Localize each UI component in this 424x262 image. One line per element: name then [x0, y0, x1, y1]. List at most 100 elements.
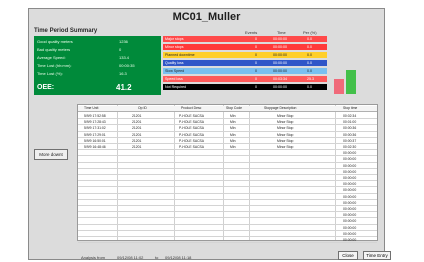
table-cell: 00:00:00	[343, 163, 357, 168]
table-cell: Minor Stop	[277, 126, 294, 131]
oee-value: 41.2	[116, 83, 132, 92]
table-cell: Minor Stop	[277, 145, 294, 149]
table-cell: Minor Stop	[277, 138, 294, 143]
event-time: 00:00:00	[273, 37, 287, 41]
table-cell: Min	[230, 145, 236, 149]
event-count: 0	[255, 37, 257, 41]
event-time: 00:00:00	[273, 69, 287, 73]
analysis-label: Analysis from	[81, 255, 106, 260]
event-time: 00:03:34	[273, 77, 287, 81]
event-count: 0	[255, 69, 257, 73]
table-cell: 00:00:00	[343, 207, 357, 211]
table-cell: P-HOLE SACSA	[179, 120, 205, 125]
metric-value: 133.4	[119, 55, 130, 60]
table-cell: 00:00:00	[343, 200, 357, 205]
hmi-window: MC01_Muller Time Period Summary Good qua…	[28, 8, 391, 260]
table-row[interactable]: 00:00:00	[78, 237, 377, 244]
stoppage-table-header: Time Unit Op ID Product Desc Stop Code S…	[78, 106, 377, 112]
table-cell: 00:00:00	[343, 219, 357, 224]
event-count: 0	[255, 53, 257, 57]
table-cell: Min	[230, 138, 236, 143]
event-row: Major stops 0 00:00:00 0.0	[163, 36, 327, 42]
analysis-to-label: to	[155, 255, 159, 260]
table-cell: 00:00:00	[343, 188, 357, 193]
table-cell: Min	[230, 120, 236, 125]
table-cell: 00:00:36	[343, 132, 357, 137]
metric-value: 16.3	[119, 71, 127, 76]
table-cell: 00:00:00	[343, 231, 357, 236]
stoppage-table: Time Unit Op ID Product Desc Stop Code S…	[77, 104, 378, 244]
table-cell: 00:00:37	[343, 138, 357, 143]
col-stop-time[interactable]: Stop time	[343, 106, 357, 110]
col-time-unit[interactable]: Time Unit	[84, 106, 98, 110]
col-op-id[interactable]: Op ID	[138, 106, 147, 110]
table-cell: 21201	[132, 114, 142, 118]
summary-metrics-panel: Good quality meters 1236 Bad quality met…	[34, 36, 161, 95]
table-cell: 00:00:00	[343, 213, 357, 218]
table-cell: 5/9/9 17:31:02	[84, 126, 106, 131]
event-percent: 0.0	[307, 61, 312, 65]
event-label: Minor stops	[165, 45, 184, 49]
table-cell: 5/9/9 16:48:46	[84, 145, 106, 149]
col-stop-code[interactable]: Stop Code	[226, 106, 242, 110]
event-count: 0	[255, 45, 257, 49]
table-cell: 00:00:00	[343, 225, 357, 230]
table-cell: Min	[230, 132, 236, 137]
event-percent: 0.0	[307, 53, 312, 57]
event-percent: 0.0	[307, 69, 312, 73]
event-count: 0	[255, 85, 257, 89]
table-cell: Minor Stop	[277, 132, 294, 137]
table-cell: 5/9/9 17:28:43	[84, 120, 106, 125]
table-cell: 00:00:00	[343, 194, 357, 199]
loss-bar-chart	[334, 36, 364, 94]
metric-label: Bad quality meters	[37, 47, 71, 52]
metric-label: Good quality meters	[37, 39, 73, 44]
table-cell: 21201	[132, 126, 142, 131]
table-cell: 5/9/9 16:50:01	[84, 138, 106, 143]
table-cell: 00:01:00	[343, 120, 357, 125]
metric-value: 00:00:35	[119, 63, 135, 68]
event-label: Not Required	[165, 85, 187, 89]
table-cell: 00:00:00	[343, 238, 357, 242]
events-header: Events	[245, 30, 258, 35]
table-cell: 00:02:30	[343, 145, 357, 149]
table-cell: 21201	[132, 132, 142, 137]
more-downtime-button[interactable]: More downt	[34, 149, 68, 160]
table-cell: 00:02:34	[343, 114, 357, 118]
table-cell: 21201	[132, 145, 142, 149]
table-cell: P-HOLE SACSA	[179, 132, 205, 137]
table-cell: 00:00:00	[343, 169, 357, 174]
metric-label: Time Lost (hh:mm):	[37, 63, 72, 68]
close-button[interactable]: Close	[338, 251, 358, 260]
event-label: Speed loss	[165, 77, 183, 81]
table-cell: Minor Stop	[277, 114, 294, 118]
percent-header: Per (%)	[303, 30, 317, 35]
event-label: Slow Speed	[165, 69, 185, 73]
event-label: Major stops	[165, 37, 184, 41]
event-percent: 0.0	[307, 37, 312, 41]
table-cell: 00:00:00	[343, 182, 357, 187]
oee-bar	[346, 70, 356, 94]
table-cell: 21201	[132, 120, 142, 125]
time-entry-button[interactable]: Time Entry	[363, 251, 391, 260]
table-cell: 00:00:00	[343, 157, 357, 162]
oee-label: OEE:	[37, 84, 55, 91]
event-count: 0	[255, 77, 257, 81]
event-count: 0	[255, 61, 257, 65]
analysis-to: 09/12/08 11:18	[165, 255, 192, 260]
events-table: Events Time Per (%) Major stops 0 00:00:00…	[163, 30, 327, 95]
event-row: Planned downtime 0 00:00:00 0.0	[163, 52, 327, 58]
table-cell: P-HOLE SACSA	[179, 138, 205, 143]
table-cell: Min	[230, 114, 236, 118]
event-time: 00:00:00	[273, 53, 287, 57]
event-time: 00:00:00	[273, 61, 287, 65]
summary-panel-title: Time Period Summary	[34, 28, 98, 34]
metric-label: Average Speed:	[37, 55, 66, 60]
event-percent: 0.0	[307, 45, 312, 49]
col-product-desc[interactable]: Product Desc	[181, 106, 201, 110]
event-time: 00:00:00	[273, 45, 287, 49]
table-cell: 00:00:00	[343, 151, 357, 156]
col-stoppage-description[interactable]: Stoppage Description	[264, 106, 296, 110]
table-cell: P-HOLE SACSA	[179, 114, 205, 118]
event-label: Planned downtime	[165, 53, 195, 57]
